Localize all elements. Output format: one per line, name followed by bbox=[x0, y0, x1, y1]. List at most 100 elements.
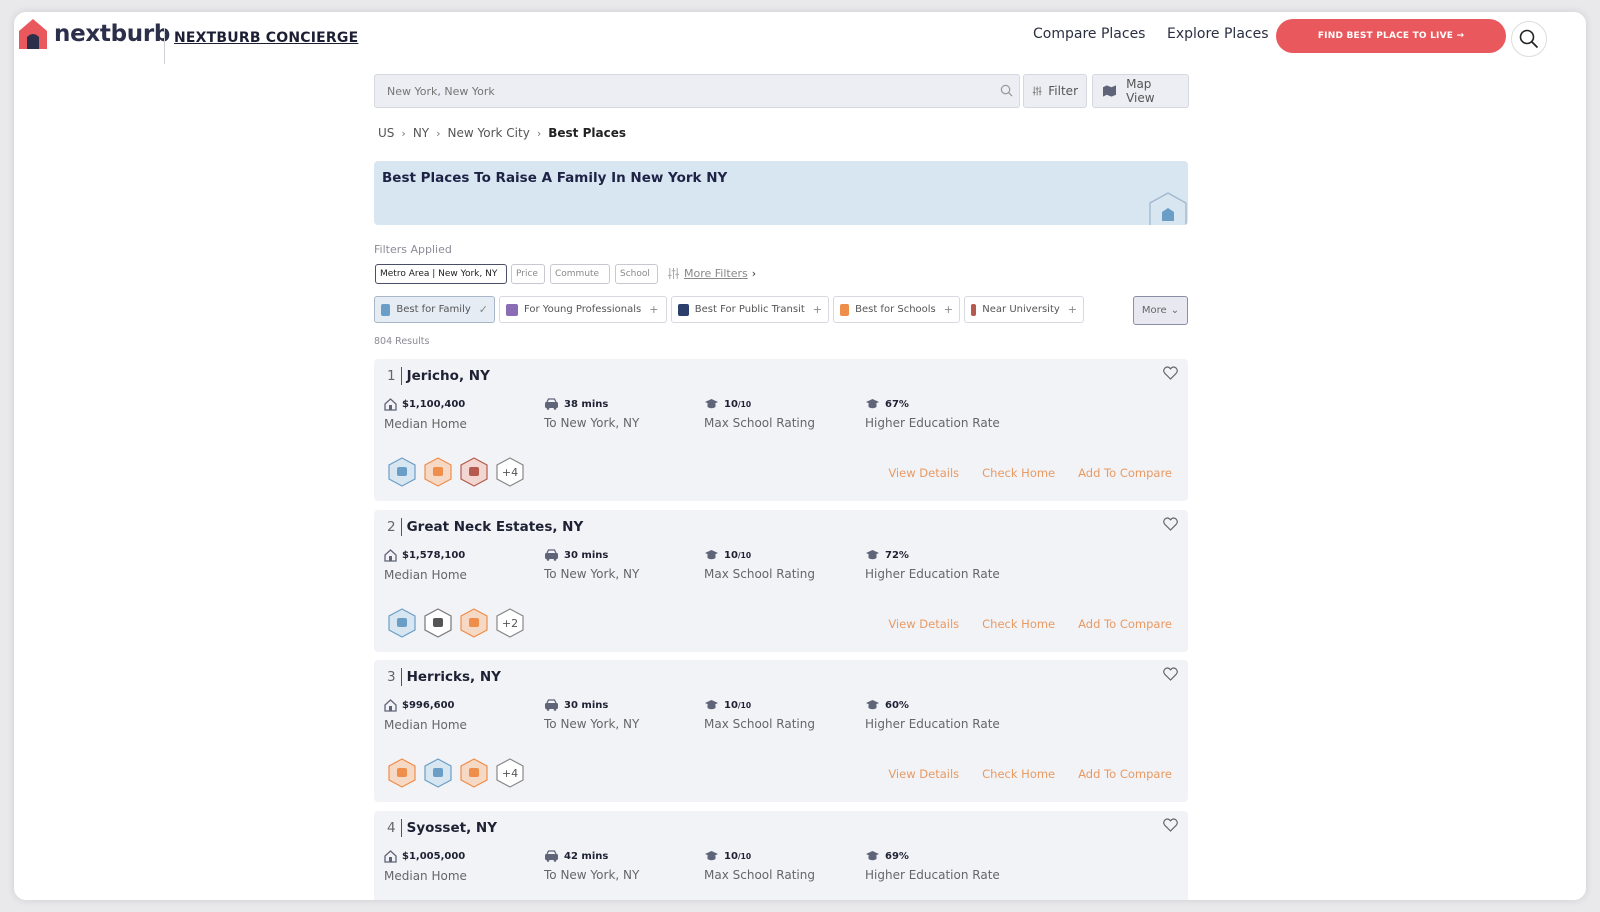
plus-icon: + bbox=[649, 303, 659, 316]
higher-education-stat: 72% Higher Education Rate bbox=[865, 549, 1000, 582]
more-badges-button[interactable]: +4 bbox=[496, 758, 524, 788]
category-near-university[interactable]: Near University + bbox=[964, 296, 1084, 323]
category-label: Best For Public Transit bbox=[694, 304, 805, 315]
home-price-icon bbox=[384, 398, 397, 411]
higher-education-stat-value: 67% bbox=[885, 398, 909, 410]
filter-button[interactable]: Filter bbox=[1023, 74, 1087, 108]
home-price-icon bbox=[384, 699, 397, 712]
search-icon bbox=[1000, 84, 1013, 97]
location-search-input[interactable] bbox=[375, 75, 975, 107]
view-details-link[interactable]: View Details bbox=[888, 767, 959, 781]
listing-title[interactable]: 1 Jericho, NY bbox=[387, 367, 490, 385]
more-badges-button[interactable]: +2 bbox=[496, 608, 524, 638]
higher-education-stat-value: 72% bbox=[885, 549, 909, 561]
title-divider bbox=[400, 668, 402, 686]
map-icon bbox=[1103, 85, 1117, 97]
higher-education-stat-label: Higher Education Rate bbox=[865, 567, 1000, 581]
commute-stat-label: To New York, NY bbox=[544, 567, 640, 581]
school-rating-stat-suffix: /10 bbox=[737, 851, 752, 861]
family-badge-icon[interactable] bbox=[424, 758, 452, 788]
commute-stat-label: To New York, NY bbox=[544, 868, 640, 882]
school-rating-icon bbox=[705, 851, 718, 861]
commute-stat-value: 42 mins bbox=[564, 850, 609, 862]
plane-badge-icon[interactable] bbox=[424, 608, 452, 638]
chip-commute[interactable]: Commute bbox=[550, 264, 610, 284]
favorite-button[interactable] bbox=[1163, 365, 1178, 384]
check-home-link[interactable]: Check Home bbox=[982, 767, 1055, 781]
header-search-button[interactable] bbox=[1511, 21, 1547, 57]
more-filters-link[interactable]: More Filters › bbox=[667, 267, 756, 280]
higher-education-stat-value: 69% bbox=[885, 850, 909, 862]
listing-card[interactable]: 4 Syosset, NY $1,005,000 Median Home 42 … bbox=[374, 811, 1188, 900]
commute-stat-value: 30 mins bbox=[564, 699, 609, 711]
feature-badges: +2 bbox=[388, 608, 532, 638]
higher-education-stat: 67% Higher Education Rate bbox=[865, 398, 1000, 431]
feature-badges: +4 bbox=[388, 457, 532, 487]
chip-metro-area[interactable]: Metro Area | New York, NY bbox=[375, 264, 507, 284]
more-badges-button[interactable]: +4 bbox=[496, 457, 524, 487]
more-categories-button[interactable]: More ⌄ bbox=[1133, 296, 1188, 325]
higher-education-icon bbox=[866, 851, 879, 861]
chevron-right-icon: › bbox=[401, 126, 406, 140]
school-rating-stat-value: 10 bbox=[724, 850, 738, 862]
heart-icon bbox=[1163, 818, 1178, 832]
higher-education-stat-label: Higher Education Rate bbox=[865, 868, 1000, 882]
favorite-button[interactable] bbox=[1163, 817, 1178, 836]
school-rating-icon bbox=[705, 700, 718, 710]
breadcrumb-us[interactable]: US bbox=[378, 126, 394, 140]
commute-stat-label: To New York, NY bbox=[544, 416, 640, 430]
family-badge-icon[interactable] bbox=[388, 457, 416, 487]
car-icon bbox=[545, 699, 558, 711]
more-badges-count: +2 bbox=[501, 616, 519, 630]
check-home-link[interactable]: Check Home bbox=[982, 466, 1055, 480]
shopping-badge-icon[interactable] bbox=[460, 758, 488, 788]
heart-icon bbox=[1163, 667, 1178, 681]
listing-title[interactable]: 3 Herricks, NY bbox=[387, 668, 501, 686]
breadcrumb-nyc[interactable]: New York City bbox=[448, 126, 530, 140]
add-to-compare-link[interactable]: Add To Compare bbox=[1078, 617, 1172, 631]
school-rating-stat: 10/10 Max School Rating bbox=[704, 699, 815, 732]
nextburb-logo[interactable]: nextburb bbox=[18, 18, 170, 50]
logo-house-icon bbox=[19, 19, 47, 49]
view-details-link[interactable]: View Details bbox=[888, 617, 959, 631]
listing-name: Herricks, NY bbox=[406, 669, 501, 685]
nav-explore-places[interactable]: Explore Places bbox=[1167, 26, 1269, 42]
breadcrumb-ny[interactable]: NY bbox=[413, 126, 429, 140]
school-rating-stat: 10/10 Max School Rating bbox=[704, 850, 815, 883]
check-home-link[interactable]: Check Home bbox=[982, 617, 1055, 631]
family-badge-icon[interactable] bbox=[388, 608, 416, 638]
commute-stat: 30 mins To New York, NY bbox=[544, 699, 639, 731]
favorite-button[interactable] bbox=[1163, 666, 1178, 685]
school-rating-stat-suffix: /10 bbox=[737, 550, 752, 560]
chip-price[interactable]: Price bbox=[511, 264, 545, 284]
category-public-transit[interactable]: Best For Public Transit + bbox=[671, 296, 829, 323]
filters-applied-label: Filters Applied bbox=[374, 243, 452, 256]
school-badge-icon[interactable] bbox=[460, 608, 488, 638]
top-header: nextburb NEXTBURB CONCIERGE Compare Plac… bbox=[14, 12, 1586, 68]
building-badge-icon[interactable] bbox=[424, 457, 452, 487]
add-to-compare-link[interactable]: Add To Compare bbox=[1078, 767, 1172, 781]
concierge-link[interactable]: NEXTBURB CONCIERGE bbox=[174, 30, 358, 46]
favorite-button[interactable] bbox=[1163, 516, 1178, 535]
view-details-link[interactable]: View Details bbox=[888, 466, 959, 480]
listing-card[interactable]: 2 Great Neck Estates, NY $1,578,100 Medi… bbox=[374, 510, 1188, 652]
category-young-professionals[interactable]: For Young Professionals + bbox=[499, 296, 667, 323]
median-home-stat-label: Median Home bbox=[384, 869, 467, 883]
listing-card[interactable]: 1 Jericho, NY $1,100,400 Median Home 38 … bbox=[374, 359, 1188, 501]
category-best-for-family[interactable]: Best for Family ✓ bbox=[374, 296, 495, 323]
chip-school[interactable]: School bbox=[615, 264, 658, 284]
map-view-button[interactable]: Map View bbox=[1092, 74, 1189, 108]
higher-education-icon bbox=[866, 700, 879, 710]
listing-card[interactable]: 3 Herricks, NY $996,600 Median Home 30 m… bbox=[374, 660, 1188, 802]
school-badge-icon[interactable] bbox=[388, 758, 416, 788]
university-badge-icon[interactable] bbox=[460, 457, 488, 487]
listing-title[interactable]: 2 Great Neck Estates, NY bbox=[387, 518, 583, 536]
find-best-place-button[interactable]: FIND BEST PLACE TO LIVE → bbox=[1276, 19, 1506, 53]
school-rating-icon bbox=[705, 550, 718, 560]
heart-icon bbox=[1163, 517, 1178, 531]
nav-compare-places[interactable]: Compare Places bbox=[1033, 26, 1145, 42]
add-to-compare-link[interactable]: Add To Compare bbox=[1078, 466, 1172, 480]
more-badges-count: +4 bbox=[501, 465, 519, 479]
listing-title[interactable]: 4 Syosset, NY bbox=[387, 819, 497, 837]
category-best-for-schools[interactable]: Best for Schools + bbox=[833, 296, 960, 323]
